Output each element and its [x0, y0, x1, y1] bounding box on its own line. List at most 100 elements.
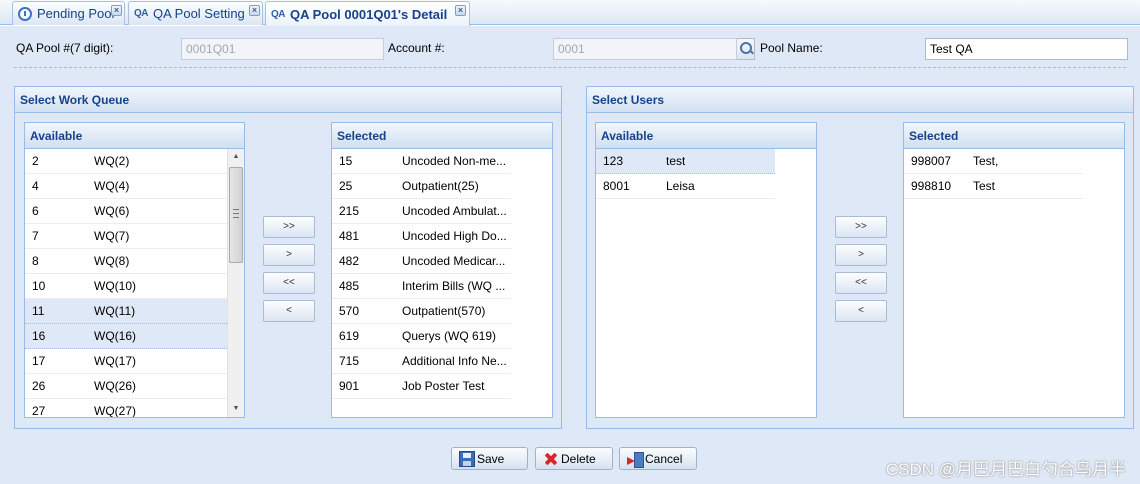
detail-panel: QA Pool #(7 digit): 0001Q01 Account #: 0… [0, 26, 1140, 484]
users-move-left-button[interactable]: < [835, 300, 887, 322]
item-id: 123 [603, 154, 624, 168]
list-item[interactable]: 481 Uncoded High Do... [332, 224, 511, 249]
item-name: WQ(6) [94, 204, 130, 218]
users-move-right-button[interactable]: > [835, 244, 887, 266]
users-move-all-left-button[interactable]: << [835, 272, 887, 294]
item-name: Uncoded Ambulat... [402, 204, 507, 218]
item-name: WQ(8) [94, 254, 130, 268]
item-name: WQ(7) [94, 229, 130, 243]
close-icon[interactable]: × [111, 5, 122, 16]
list-item[interactable]: 16 WQ(16) [25, 324, 229, 349]
list-item[interactable]: 901 Job Poster Test [332, 374, 511, 399]
item-id: 481 [339, 229, 360, 243]
list-item[interactable]: 998007 Test, [904, 149, 1083, 174]
item-id: 15 [339, 154, 353, 168]
cancel-label: Cancel [645, 451, 683, 466]
tab-strip: Pending Pool × QA QA Pool Setting × QA Q… [0, 0, 1140, 26]
item-name: Test, [973, 154, 999, 168]
list-item[interactable]: 998810 Test [904, 174, 1083, 199]
list-item[interactable]: 6 WQ(6) [25, 199, 229, 224]
tab-pending-pool[interactable]: Pending Pool × [12, 1, 125, 25]
save-icon [459, 450, 475, 467]
list-item[interactable]: 215 Uncoded Ambulat... [332, 199, 511, 224]
wq-move-all-left-button[interactable]: << [263, 272, 315, 294]
wq-available-scrollbar[interactable]: ▲ ▼ [227, 149, 244, 417]
item-id: 215 [339, 204, 360, 218]
list-item[interactable]: 26 WQ(26) [25, 374, 229, 399]
wq-selected-list[interactable]: Selected 15 Uncoded Non-me... 25 Outpatient… [331, 122, 553, 418]
item-id: 10 [32, 279, 46, 293]
list-item[interactable]: 25 Outpatient(25) [332, 174, 511, 199]
list-item[interactable]: 2 WQ(2) [25, 149, 229, 174]
clock-icon [18, 6, 32, 21]
pool-number-label: QA Pool #(7 digit): [16, 41, 114, 55]
tab-qa-pool-detail[interactable]: QA QA Pool 0001Q01's Detail × [265, 1, 470, 26]
list-item[interactable]: 715 Additional Info Ne... [332, 349, 511, 374]
list-item[interactable]: 570 Outpatient(570) [332, 299, 511, 324]
save-button[interactable]: Save [451, 447, 528, 470]
work-queue-panel: Select Work Queue Available 2 WQ(2) 4 WQ(4)… [14, 86, 562, 429]
item-name: WQ(17) [94, 354, 136, 368]
watermark: CSDN @月巴月巴白勺合鸟月半 [885, 460, 1126, 479]
list-item[interactable]: 123 test [596, 149, 775, 174]
qa-icon: QA [134, 8, 149, 19]
item-id: 570 [339, 304, 360, 318]
item-id: 17 [32, 354, 46, 368]
list-item[interactable]: 11 WQ(11) [25, 299, 229, 324]
users-selected-header: Selected [904, 123, 1124, 149]
list-item[interactable]: 10 WQ(10) [25, 274, 229, 299]
pool-name-field[interactable]: Test QA [925, 38, 1128, 60]
item-name: WQ(26) [94, 379, 136, 393]
form-divider [14, 67, 1126, 68]
users-selected-list[interactable]: Selected 998007 Test, 998810 Test [903, 122, 1125, 418]
item-id: 26 [32, 379, 46, 393]
item-id: 619 [339, 329, 360, 343]
list-item[interactable]: 7 WQ(7) [25, 224, 229, 249]
wq-available-list[interactable]: Available 2 WQ(2) 4 WQ(4) 6 WQ(6) 7 WQ(7) 8 WQ(8)… [24, 122, 245, 418]
delete-button[interactable]: Delete [535, 447, 613, 470]
wq-selected-header: Selected [332, 123, 552, 149]
list-item[interactable]: 15 Uncoded Non-me... [332, 149, 511, 174]
users-selected-rows: 998007 Test, 998810 Test [904, 149, 1083, 199]
search-icon[interactable] [737, 38, 755, 60]
close-icon[interactable]: × [455, 5, 466, 16]
wq-move-right-button[interactable]: > [263, 244, 315, 266]
wq-move-left-button[interactable]: < [263, 300, 315, 322]
pool-number-field: 0001Q01 [181, 38, 384, 60]
list-item[interactable]: 8 WQ(8) [25, 249, 229, 274]
list-item[interactable]: 17 WQ(17) [25, 349, 229, 374]
pool-name-label: Pool Name: [760, 41, 823, 55]
wq-move-all-right-button[interactable]: >> [263, 216, 315, 238]
tab-qa-pool-setting[interactable]: QA QA Pool Setting × [128, 1, 263, 25]
account-number-label: Account #: [388, 41, 445, 55]
item-name: WQ(10) [94, 279, 136, 293]
list-item[interactable]: 619 Querys (WQ 619) [332, 324, 511, 349]
item-name: test [666, 154, 686, 168]
item-name: Outpatient(25) [402, 179, 479, 193]
item-id: 25 [339, 179, 353, 193]
item-id: 901 [339, 379, 360, 393]
close-icon[interactable]: × [249, 5, 260, 16]
delete-label: Delete [561, 451, 596, 466]
item-name: Test [973, 179, 996, 193]
grip-icon [233, 209, 239, 218]
users-available-rows: 123 test 8001 Leisa [596, 149, 775, 199]
scroll-thumb[interactable] [229, 167, 243, 263]
item-id: 4 [32, 179, 39, 193]
scroll-up-icon[interactable]: ▲ [228, 149, 244, 165]
cancel-button[interactable]: Cancel [619, 447, 697, 470]
work-queue-title: Select Work Queue [15, 87, 561, 113]
list-item[interactable]: 485 Interim Bills (WQ ... [332, 274, 511, 299]
item-name: WQ(2) [94, 154, 130, 168]
list-item[interactable]: 4 WQ(4) [25, 174, 229, 199]
wq-available-rows: 2 WQ(2) 4 WQ(4) 6 WQ(6) 7 WQ(7) 8 WQ(8) 10 WQ(10) 11… [25, 149, 229, 417]
scroll-down-icon[interactable]: ▼ [228, 401, 244, 417]
list-item[interactable]: 8001 Leisa [596, 174, 775, 199]
wq-available-header: Available [25, 123, 244, 149]
list-item[interactable]: 482 Uncoded Medicar... [332, 249, 511, 274]
users-available-list[interactable]: Available 123 test 8001 Leisa [595, 122, 817, 418]
item-id: 2 [32, 154, 39, 168]
list-item[interactable]: 27 WQ(27) [25, 399, 229, 417]
item-id: 11 [32, 304, 45, 318]
users-move-all-right-button[interactable]: >> [835, 216, 887, 238]
